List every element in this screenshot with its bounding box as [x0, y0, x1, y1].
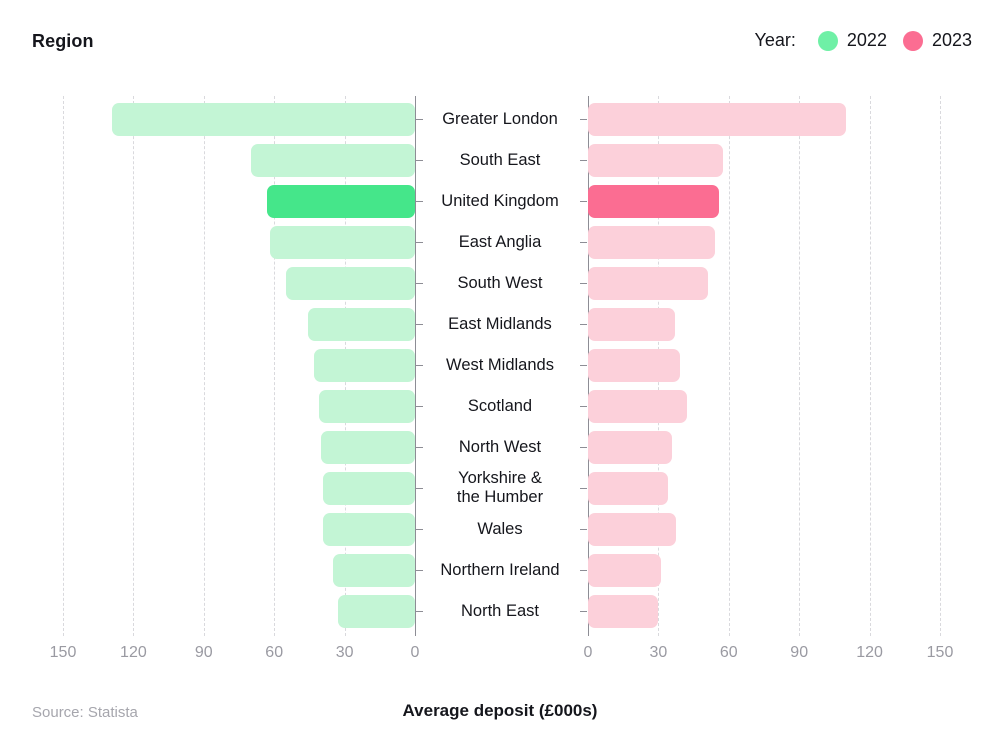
tick-label-right-150: 150 [926, 644, 954, 661]
bar-2022[interactable] [269, 225, 415, 259]
bar-2023[interactable] [588, 143, 723, 177]
bar-2022[interactable] [112, 102, 415, 136]
legend: Year: 2022 2023 [755, 30, 972, 51]
legend-item-2022[interactable]: 2022 [817, 30, 887, 51]
gridline-left-60 [274, 96, 276, 636]
tick-label-right-120: 120 [856, 644, 883, 661]
bar-2022[interactable] [323, 512, 415, 546]
bar-2023[interactable] [588, 553, 661, 587]
category-label: South West [457, 273, 543, 292]
tick-label-right-30: 30 [649, 644, 668, 661]
bar-2023[interactable] [588, 225, 715, 259]
tick-label-left-60: 60 [265, 644, 284, 661]
tick-label-left-150: 150 [49, 644, 77, 661]
bar-2023[interactable] [588, 348, 680, 382]
bar-2023[interactable] [588, 430, 673, 464]
legend-title: Year: [754, 30, 796, 50]
bar-2022[interactable] [318, 389, 415, 423]
plot-area: Greater London South East United Kingdom Ea… [0, 96, 1000, 636]
category-label: East Anglia [458, 232, 542, 251]
gridline-left-120 [133, 96, 135, 636]
bar-2023[interactable] [588, 102, 847, 136]
legend-swatch-2022 [817, 30, 838, 51]
category-label: South East [459, 150, 541, 169]
bar-2023[interactable] [588, 307, 675, 341]
bar-2022[interactable] [285, 266, 415, 300]
category-label: United Kingdom [441, 191, 559, 210]
page-title: Region [32, 31, 94, 51]
gridline-right-120 [869, 96, 871, 636]
bar-2022[interactable] [314, 348, 415, 382]
category-label: Scotland [467, 396, 533, 415]
tick-label-left-0: 0 [410, 644, 420, 661]
category-label: Northern Ireland [440, 560, 560, 579]
category-label: Yorkshire & the Humber [456, 469, 544, 506]
chart-page: Region Year: 2022 2023 Greater London Sou… [0, 0, 1000, 750]
tick-label-right-60: 60 [719, 644, 738, 661]
tick-label-right-0: 0 [583, 644, 593, 661]
gridline-right-90 [799, 96, 801, 636]
gridline-left-90 [203, 96, 205, 636]
tick-label-right-90: 90 [790, 644, 809, 661]
bar-2023[interactable] [588, 266, 708, 300]
category-label: Greater London [442, 109, 558, 128]
legend-item-2023[interactable]: 2023 [902, 30, 972, 51]
bar-2022[interactable] [337, 594, 415, 628]
tick-label-left-30: 30 [335, 644, 354, 661]
bar-2022[interactable] [250, 143, 415, 177]
legend-label-2022: 2022 [846, 30, 887, 50]
legend-swatch-2023 [902, 30, 923, 51]
bar-2023[interactable] [588, 184, 720, 218]
tick-label-left-90: 90 [194, 644, 213, 661]
tick-label-left-120: 120 [120, 644, 147, 661]
x-axis-title: Average deposit (£000s) [402, 701, 598, 720]
bar-2022[interactable] [321, 430, 415, 464]
gridline-left-150 [63, 96, 64, 636]
bar-2022[interactable] [323, 471, 415, 505]
bar-2022[interactable] [267, 184, 415, 218]
bar-2023[interactable] [588, 471, 668, 505]
category-label: North West [458, 437, 542, 456]
category-label: North East [461, 601, 539, 620]
bar-2023[interactable] [588, 389, 687, 423]
bar-2022[interactable] [332, 553, 415, 587]
bar-2022[interactable] [308, 307, 415, 341]
legend-label-2023: 2023 [931, 30, 972, 50]
bar-2023[interactable] [588, 594, 659, 628]
category-label: East Midlands [448, 314, 552, 333]
gridline-right-60 [728, 96, 730, 636]
bar-2023[interactable] [588, 512, 676, 546]
gridline-right-150 [940, 96, 941, 636]
category-label: Wales [477, 519, 523, 538]
category-label: West Midlands [446, 355, 554, 374]
